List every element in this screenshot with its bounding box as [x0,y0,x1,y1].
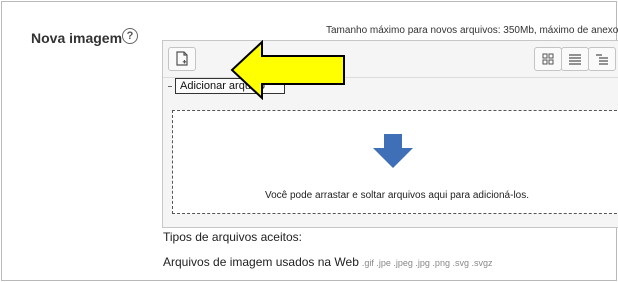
download-arrow-icon [373,134,413,168]
accepted-group-label: Arquivos de imagem usados na Web [163,255,359,269]
view-grid-button[interactable] [534,47,562,71]
add-file-button[interactable] [168,47,196,71]
tree-icon [596,54,608,65]
breadcrumb [168,86,172,87]
drop-zone-text: Você pode arrastar e soltar arquivos aqu… [264,190,530,201]
accepted-extensions: .gif .jpe .jpeg .jpg .png .svg .svgz [361,258,493,268]
grid-icon [542,53,554,65]
list-icon [569,54,581,65]
annotation-arrow-icon [230,40,345,100]
help-icon[interactable]: ? [122,28,138,44]
accepted-types-title: Tipos de arquivos aceitos: [163,230,302,244]
field-label: Nova imagem [31,30,123,46]
accepted-types-line: Arquivos de imagem usados na Web .gif .jp… [163,255,492,269]
view-tree-button[interactable] [588,47,616,71]
view-list-button[interactable] [561,47,589,71]
max-size-info: Tamanho máximo para novos arquivos: 350M… [326,25,618,36]
drop-zone[interactable]: Você pode arrastar e soltar arquivos aqu… [172,110,618,214]
add-file-icon [176,51,188,66]
